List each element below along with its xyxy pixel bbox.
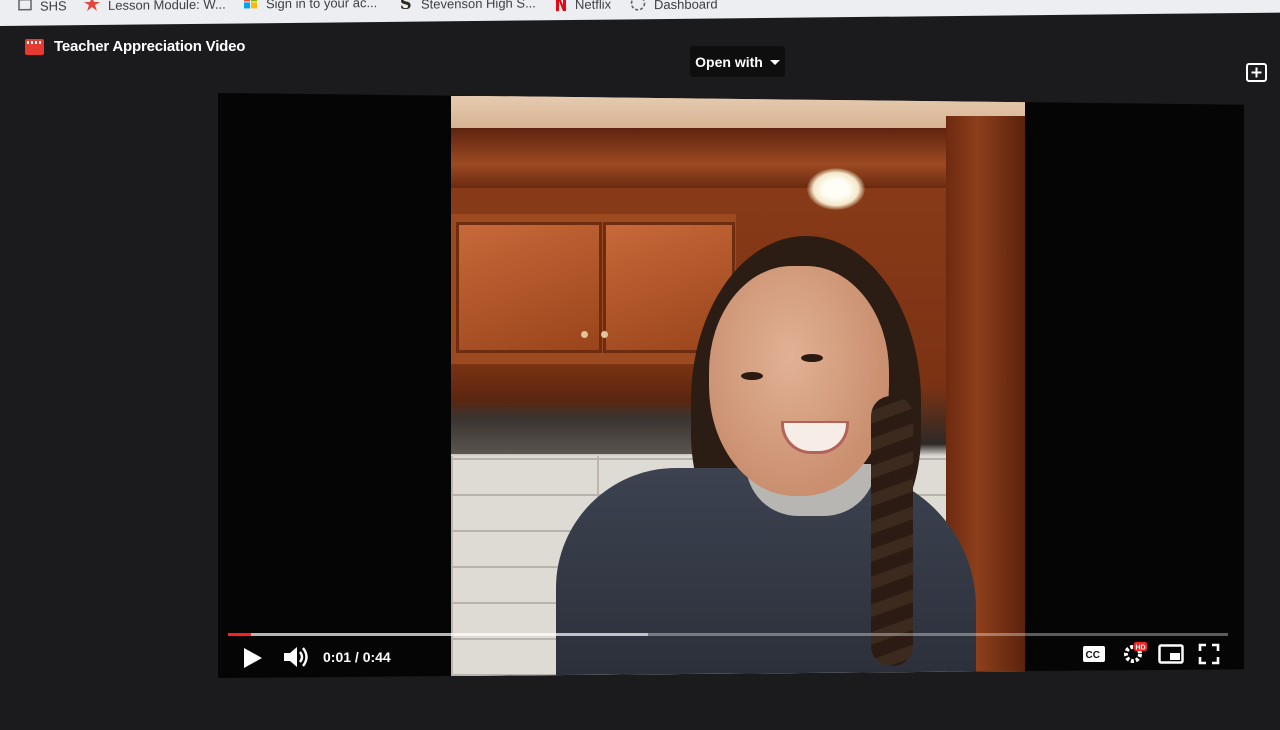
bookmark-label: Sign in to your ac... xyxy=(266,0,378,11)
fullscreen-button[interactable] xyxy=(1198,643,1220,670)
page-icon xyxy=(18,0,32,13)
bookmark-label: SHS xyxy=(40,0,67,14)
miniplayer-icon xyxy=(1158,644,1184,664)
svg-text:S: S xyxy=(400,0,412,10)
progress-bar[interactable] xyxy=(228,633,1228,636)
captions-button[interactable]: CC xyxy=(1082,645,1106,668)
open-with-button[interactable]: Open with xyxy=(690,46,785,77)
play-icon xyxy=(244,648,262,668)
microsoft-icon xyxy=(244,0,258,12)
video-frame[interactable] xyxy=(451,96,1025,676)
add-to-drive-icon[interactable] xyxy=(1246,63,1268,88)
bookmark-label: Lesson Module: W... xyxy=(108,0,226,13)
bookmark-netflix[interactable]: Netflix xyxy=(555,0,611,12)
bookmark-dashboard[interactable]: Dashboard xyxy=(630,0,718,12)
progress-loaded xyxy=(228,633,648,636)
chevron-down-icon xyxy=(769,60,780,65)
dashboard-icon xyxy=(630,0,646,14)
bookmark-label: Stevenson High S... xyxy=(421,0,536,12)
netflix-icon xyxy=(555,0,567,14)
file-title-area: Teacher Appreciation Video xyxy=(25,38,245,55)
hd-badge: HD xyxy=(1136,645,1146,652)
file-title: Teacher Appreciation Video xyxy=(54,38,246,55)
video-file-icon xyxy=(25,38,44,55)
video-player[interactable]: 0:01 / 0:44 CC HD xyxy=(218,93,1244,678)
miniplayer-button[interactable] xyxy=(1158,644,1184,669)
bookmark-sign-in[interactable]: Sign in to your ac... xyxy=(244,0,377,11)
captions-label: CC xyxy=(1086,650,1100,661)
s-logo-icon: S xyxy=(399,0,413,13)
time-display: 0:01 / 0:44 xyxy=(323,649,391,665)
star-icon xyxy=(84,0,100,14)
bookmark-label: Dashboard xyxy=(654,0,718,12)
scene-eye xyxy=(801,354,823,362)
volume-icon xyxy=(284,647,308,667)
bookmark-stevenson[interactable]: S Stevenson High S... xyxy=(399,0,536,12)
fullscreen-icon xyxy=(1198,643,1220,665)
mute-button[interactable] xyxy=(282,644,310,675)
scene-cabinet xyxy=(451,214,736,364)
scene-knob xyxy=(581,331,588,338)
open-with-label: Open with xyxy=(695,53,763,70)
play-button[interactable] xyxy=(242,646,264,675)
bookmark-label: Netflix xyxy=(575,0,612,12)
bookmark-lesson-module[interactable]: Lesson Module: W... xyxy=(84,0,226,13)
scene-eye xyxy=(741,372,763,380)
bookmarks-bar: SHS Lesson Module: W... Sign in to your … xyxy=(0,0,1280,26)
bookmark-shs[interactable]: SHS xyxy=(18,0,67,14)
settings-button[interactable]: HD xyxy=(1122,641,1148,670)
scene-knob xyxy=(601,331,608,338)
scene-cabinet-crown xyxy=(451,128,1025,188)
scene-ceiling-light xyxy=(807,168,865,210)
progress-played[interactable] xyxy=(228,633,251,636)
scene-face xyxy=(709,266,889,496)
gear-icon: HD xyxy=(1124,642,1147,663)
scene-braid xyxy=(871,396,913,666)
captions-icon: CC xyxy=(1083,646,1105,662)
